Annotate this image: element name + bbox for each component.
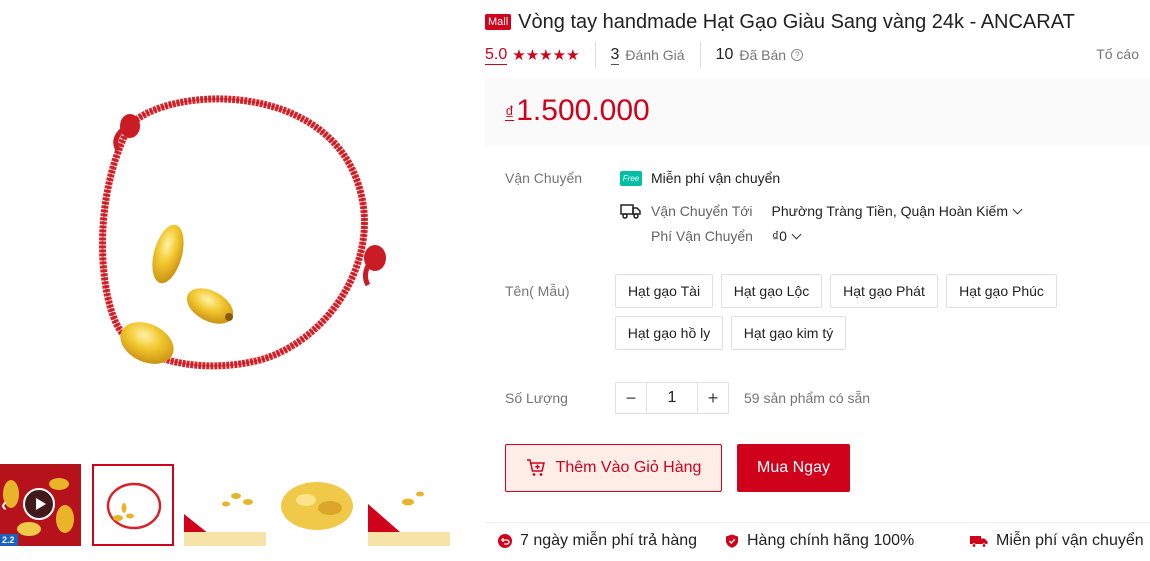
quantity-stepper: − 1 + — [615, 382, 729, 414]
ship-fee-line: Phí Vận Chuyển ₫0 — [651, 228, 802, 244]
divider — [699, 42, 701, 68]
variant-label: Tên( Mẫu) — [505, 283, 570, 299]
report-link[interactable]: Tố cáo — [1096, 46, 1139, 62]
variant-option[interactable]: Hạt gạo Phát — [830, 274, 938, 308]
free-shipping-guarantee-text: Miễn phí vận chuyển — [996, 532, 1144, 549]
divider — [485, 522, 1150, 523]
variant-option[interactable]: Hạt gạo kim tý — [731, 316, 846, 350]
star-icon: ★ — [512, 46, 526, 64]
rating-score[interactable]: 5.0 — [485, 46, 508, 65]
decrease-button[interactable]: − — [615, 382, 647, 414]
return-icon — [498, 534, 512, 548]
promo-thumbnail-1[interactable] — [184, 464, 266, 546]
bracelet-thumbnail-art — [94, 466, 172, 544]
price-amount: 1.500.000 — [516, 94, 650, 127]
variant-option[interactable]: Hạt gạo hồ ly — [615, 316, 723, 350]
rating-stars: ★ ★ ★ ★ ★ — [512, 48, 579, 63]
shipping-label: Vận Chuyển — [505, 170, 583, 186]
main-product-image[interactable] — [0, 0, 480, 455]
rice-thumbnail-art — [276, 464, 358, 546]
variant-option[interactable]: Hạt gạo Phúc — [946, 274, 1057, 308]
chevron-down-icon — [791, 229, 802, 240]
cart-icon — [526, 459, 545, 476]
reviews-count[interactable]: 3 — [610, 46, 620, 65]
free-shipping-icon: Free — [620, 170, 642, 186]
star-icon: ★ — [525, 46, 540, 64]
truck-icon — [970, 536, 988, 548]
ship-to-dropdown[interactable]: Phường Tràng Tiền, Quận Hoàn Kiếm — [771, 203, 1023, 219]
help-icon[interactable]: ? — [791, 49, 804, 61]
rice-thumbnail[interactable] — [276, 464, 358, 546]
shield-icon — [726, 534, 738, 548]
sold-label: Đã Bán — [739, 47, 787, 63]
promo-thumbnail-2[interactable] — [368, 464, 450, 546]
return-guarantee: 7 ngày miễn phí trả hàng — [498, 532, 697, 550]
star-icon: ★ — [539, 46, 553, 64]
buy-now-button[interactable]: Mua Ngay — [737, 444, 850, 492]
authentic-guarantee-text: Hàng chính hãng 100% — [747, 532, 915, 549]
thumbnail-prev-icon[interactable]: ‹ — [1, 496, 7, 514]
play-icon[interactable] — [23, 488, 55, 520]
authentic-guarantee: Hàng chính hãng 100% — [725, 532, 914, 550]
increase-button[interactable]: + — [697, 382, 729, 414]
price-box: ₫1.500.000 — [485, 79, 1150, 145]
variant-option[interactable]: Hạt gạo Lộc — [721, 274, 822, 308]
rating-row: 5.0 ★ ★ ★ ★ ★ 3 Đánh Giá 10 Đã Bán ? Tố … — [485, 42, 1145, 68]
product-title: Vòng tay handmade Hạt Gạo Giàu Sang vàng… — [518, 11, 1075, 33]
add-to-cart-button[interactable]: Thêm Vào Giỏ Hàng — [505, 444, 722, 492]
ship-fee-dropdown[interactable]: ₫0 — [771, 228, 802, 244]
return-guarantee-text: 7 ngày miễn phí trả hàng — [520, 532, 698, 549]
thumbnail-strip: ‹ 2.2 — [0, 464, 480, 546]
star-icon: ★ — [552, 46, 567, 64]
ship-fee-label: Phí Vận Chuyển — [651, 228, 753, 244]
ship-to-value: Phường Tràng Tiền, Quận Hoàn Kiếm — [771, 203, 1009, 219]
add-to-cart-label: Thêm Vào Giỏ Hàng — [555, 459, 702, 476]
chevron-down-icon — [1012, 204, 1023, 215]
quantity-input[interactable]: 1 — [647, 382, 697, 414]
ship-to-label: Vận Chuyển Tới — [651, 203, 753, 219]
free-shipping-line: Free Miễn phí vận chuyển — [620, 170, 780, 186]
mall-badge: Mall — [485, 14, 512, 30]
truck-icon — [620, 204, 641, 219]
quantity-label: Số Lượng — [505, 390, 568, 406]
bracelet-thumbnail[interactable] — [92, 464, 174, 546]
free-shipping-text: Miễn phí vận chuyển — [651, 170, 781, 186]
video-thumbnail[interactable]: ‹ 2.2 — [0, 464, 81, 546]
free-shipping-guarantee: Miễn phí vận chuyển — [970, 532, 1144, 550]
ship-fee-value: ₫0 — [771, 228, 787, 244]
bracelet-illustration — [99, 95, 386, 370]
product-price: ₫1.500.000 — [505, 93, 650, 129]
sold-count: 10 — [715, 46, 734, 63]
promo-thumbnail-1-art — [184, 464, 266, 546]
reviews-label: Đánh Giá — [625, 47, 685, 63]
star-icon: ★ — [566, 46, 580, 64]
thumbnail-badge: 2.2 — [0, 534, 18, 546]
divider — [594, 42, 596, 68]
promo-thumbnail-2-art — [368, 464, 450, 546]
stock-text: 59 sản phẩm có sẵn — [744, 390, 871, 406]
ship-to-line: Vận Chuyển Tới Phường Tràng Tiền, Quận H… — [620, 202, 1023, 220]
product-title-row: Mall Vòng tay handmade Hạt Gạo Giàu Sang… — [485, 10, 1145, 34]
currency-symbol: ₫ — [505, 103, 515, 123]
variant-option[interactable]: Hạt gạo Tài — [615, 274, 713, 308]
